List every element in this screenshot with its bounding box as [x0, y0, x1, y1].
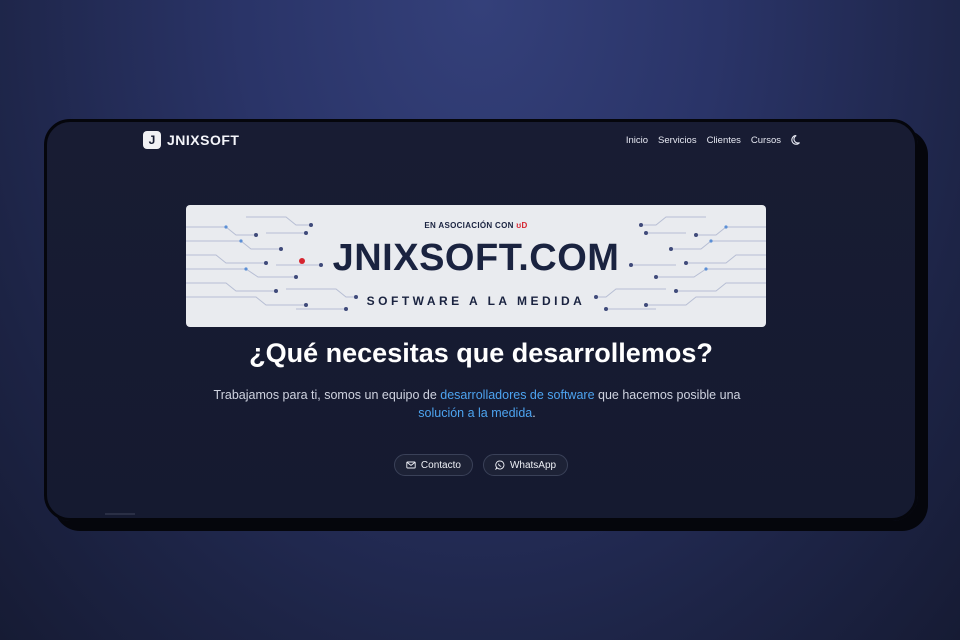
page-title: ¿Qué necesitas que desarrollemos?	[249, 338, 713, 368]
desc-highlight-developers: desarrolladores de software	[440, 388, 595, 402]
whatsapp-button-label: WhatsApp	[509, 459, 557, 471]
desc-text-1: Trabajamos para ti, somos un equipo de	[213, 388, 441, 402]
navbar: J JNIXSOFT Inicio Servicios Clientes Cur…	[47, 122, 915, 160]
banner-title: JNIXSOFT.COM	[332, 237, 620, 279]
whatsapp-button[interactable]: WhatsApp	[482, 454, 569, 476]
whatsapp-icon	[495, 460, 505, 470]
nav-item-cursos[interactable]: Cursos	[751, 135, 781, 146]
contact-button[interactable]: Contacto	[393, 454, 473, 476]
browser-frame: J JNIXSOFT Inicio Servicios Clientes Cur…	[44, 119, 918, 521]
mail-icon	[406, 461, 416, 469]
hero-banner: EN ASOCIACIÓN CON ʊD JNIXSOFT.COM SOFTWA…	[186, 205, 766, 327]
association-text: EN ASOCIACIÓN CON	[424, 221, 514, 230]
action-buttons: Contacto WhatsApp	[47, 454, 915, 476]
frame-underbar	[105, 513, 135, 515]
desc-highlight-solution: solución a la medida	[418, 406, 533, 420]
contact-button-label: Contacto	[420, 459, 461, 471]
nav-item-clientes[interactable]: Clientes	[707, 135, 741, 146]
brand[interactable]: J JNIXSOFT	[143, 131, 239, 149]
brand-name: JNIXSOFT	[167, 132, 240, 148]
partner-logo: ʊD	[516, 221, 528, 230]
nav-menu: Inicio Servicios Clientes Cursos	[626, 134, 803, 146]
moon-icon[interactable]	[791, 134, 803, 146]
brand-logo-icon: J	[143, 131, 161, 149]
hero-description: Trabajamos para ti, somos un equipo de d…	[177, 386, 777, 422]
banner-subtitle: SOFTWARE A LA MEDIDA	[366, 294, 586, 308]
desc-text-2: que hacemos posible una	[594, 388, 741, 402]
desc-text-3: .	[532, 406, 536, 420]
nav-item-servicios[interactable]: Servicios	[658, 135, 697, 146]
nav-item-inicio[interactable]: Inicio	[626, 135, 648, 146]
association-label: EN ASOCIACIÓN CON ʊD	[186, 221, 766, 230]
